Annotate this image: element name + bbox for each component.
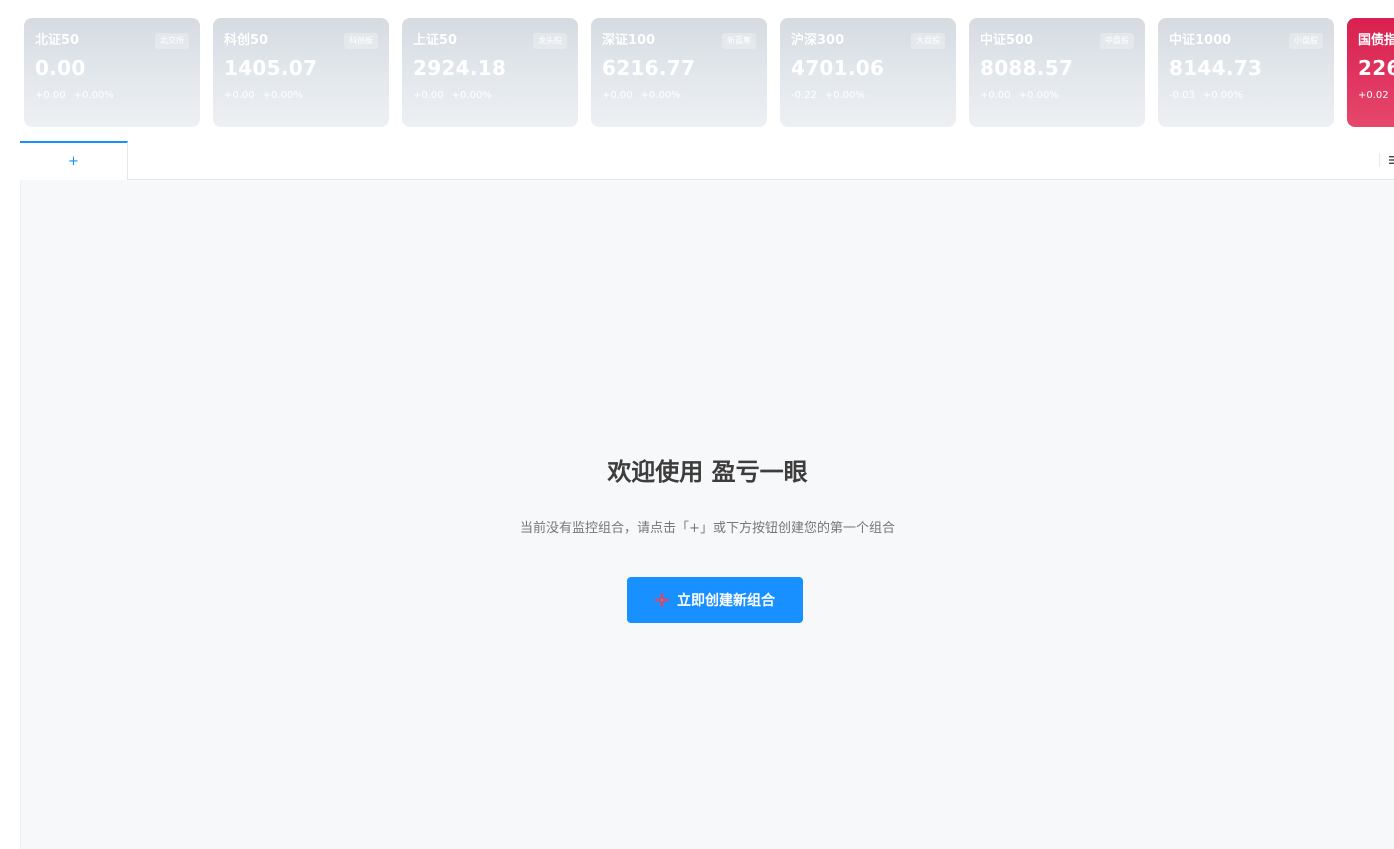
ticker-name: 国债指 — [1358, 33, 1394, 48]
ticker-value: 1405.07 — [224, 56, 318, 80]
ticker-change-row: +0.02 — [1358, 89, 1394, 103]
ticker-change: -0.22 — [791, 90, 817, 101]
ticker-change-row: -0.22 +0.00% — [791, 89, 956, 103]
ticker-change-row: +0.00 +0.00% — [602, 89, 767, 103]
ticker-change-pct: +0.00% — [451, 90, 492, 101]
index-ticker-strip: 北证50 北交所 0.00 +0.00 +0.00% 科创50 科创板 1405.… — [24, 18, 1394, 127]
ticker-badge: 小盘股 — [1289, 33, 1323, 49]
ticker-change-pct: +0.00% — [824, 90, 866, 101]
ticker-card-bz50[interactable]: 北证50 北交所 0.00 +0.00 +0.00% — [24, 18, 200, 127]
main-content: 欢迎使用 盈亏一眼 当前没有监控组合，请点击「+」或下方按钮创建您的第一个组合 … — [20, 180, 1394, 849]
ticker-card-kc50[interactable]: 科创50 科创板 1405.07 +0.00 +0.00% — [213, 18, 389, 127]
ticker-card-sz50[interactable]: 上证50 龙头股 2924.18 +0.00 +0.00% — [402, 18, 578, 127]
ticker-change-row: +0.00 +0.00% — [413, 89, 578, 103]
add-portfolio-tab[interactable]: + — [20, 141, 128, 180]
ticker-card-hs300[interactable]: 沪深300 大盘股 4701.06 -0.22 +0.00% — [780, 18, 956, 127]
ticker-card-szz100[interactable]: 深证100 新蓝筹 6216.77 +0.00 +0.00% — [591, 18, 767, 127]
ticker-change-pct: +0.00% — [73, 90, 114, 101]
ticker-value: 8088.57 — [980, 56, 1074, 80]
ticker-change: +0.00 — [413, 90, 444, 101]
ticker-card-zz500[interactable]: 中证500 中盘股 8088.57 +0.00 +0.00% — [969, 18, 1145, 127]
ticker-badge: 龙头股 — [533, 33, 567, 49]
ticker-change: +0.00 — [35, 90, 66, 101]
ticker-value: 6216.77 — [602, 56, 696, 80]
ticker-badge: 北交所 — [155, 33, 189, 49]
ticker-change-row: +0.00 +0.00% — [224, 89, 389, 103]
app-page: 北证50 北交所 0.00 +0.00 +0.00% 科创50 科创板 1405.… — [0, 0, 1394, 849]
ticker-change-row: +0.00 +0.00% — [35, 89, 200, 103]
ticker-change: +0.02 — [1358, 90, 1389, 101]
ticker-value: 226 — [1358, 56, 1394, 80]
create-portfolio-button[interactable]: 立即创建新组合 — [627, 577, 803, 623]
ticker-change: +0.00 — [980, 90, 1011, 101]
ticker-change-row: +0.00 +0.00% — [980, 89, 1145, 103]
ticker-badge: 科创板 — [344, 33, 378, 49]
ticker-value: 4701.06 — [791, 56, 885, 80]
ticker-badge: 中盘股 — [1100, 33, 1134, 49]
plus-icon — [655, 593, 669, 607]
ticker-badge: 大盘股 — [911, 33, 945, 49]
ticker-value: 8144.73 — [1169, 56, 1263, 80]
ticker-value: 2924.18 — [413, 56, 507, 80]
portfolio-tab-bar: + — [20, 141, 1394, 180]
ticker-change: +0.00 — [602, 90, 633, 101]
welcome-subtitle: 当前没有监控组合，请点击「+」或下方按钮创建您的第一个组合 — [520, 521, 895, 536]
ticker-change-pct: +0.00% — [1202, 90, 1244, 101]
welcome-title: 欢迎使用 盈亏一眼 — [607, 458, 808, 486]
create-portfolio-button-label: 立即创建新组合 — [677, 593, 775, 609]
menu-icon-glyph — [1389, 156, 1394, 164]
menu-icon[interactable] — [1379, 153, 1394, 167]
ticker-change: -0.03 — [1169, 90, 1195, 101]
ticker-change-row: -0.03 +0.00% — [1169, 89, 1334, 103]
ticker-change-pct: +0.00% — [262, 90, 303, 101]
ticker-change: +0.00 — [224, 90, 255, 101]
ticker-change-pct: +0.00% — [640, 90, 681, 101]
ticker-badge: 新蓝筹 — [722, 33, 756, 49]
ticker-card-treasury-bond[interactable]: 国债指 226 +0.02 — [1347, 18, 1394, 127]
ticker-card-zz1000[interactable]: 中证1000 小盘股 8144.73 -0.03 +0.00% — [1158, 18, 1334, 127]
ticker-change-pct: +0.00% — [1018, 90, 1059, 101]
ticker-value: 0.00 — [35, 56, 86, 80]
